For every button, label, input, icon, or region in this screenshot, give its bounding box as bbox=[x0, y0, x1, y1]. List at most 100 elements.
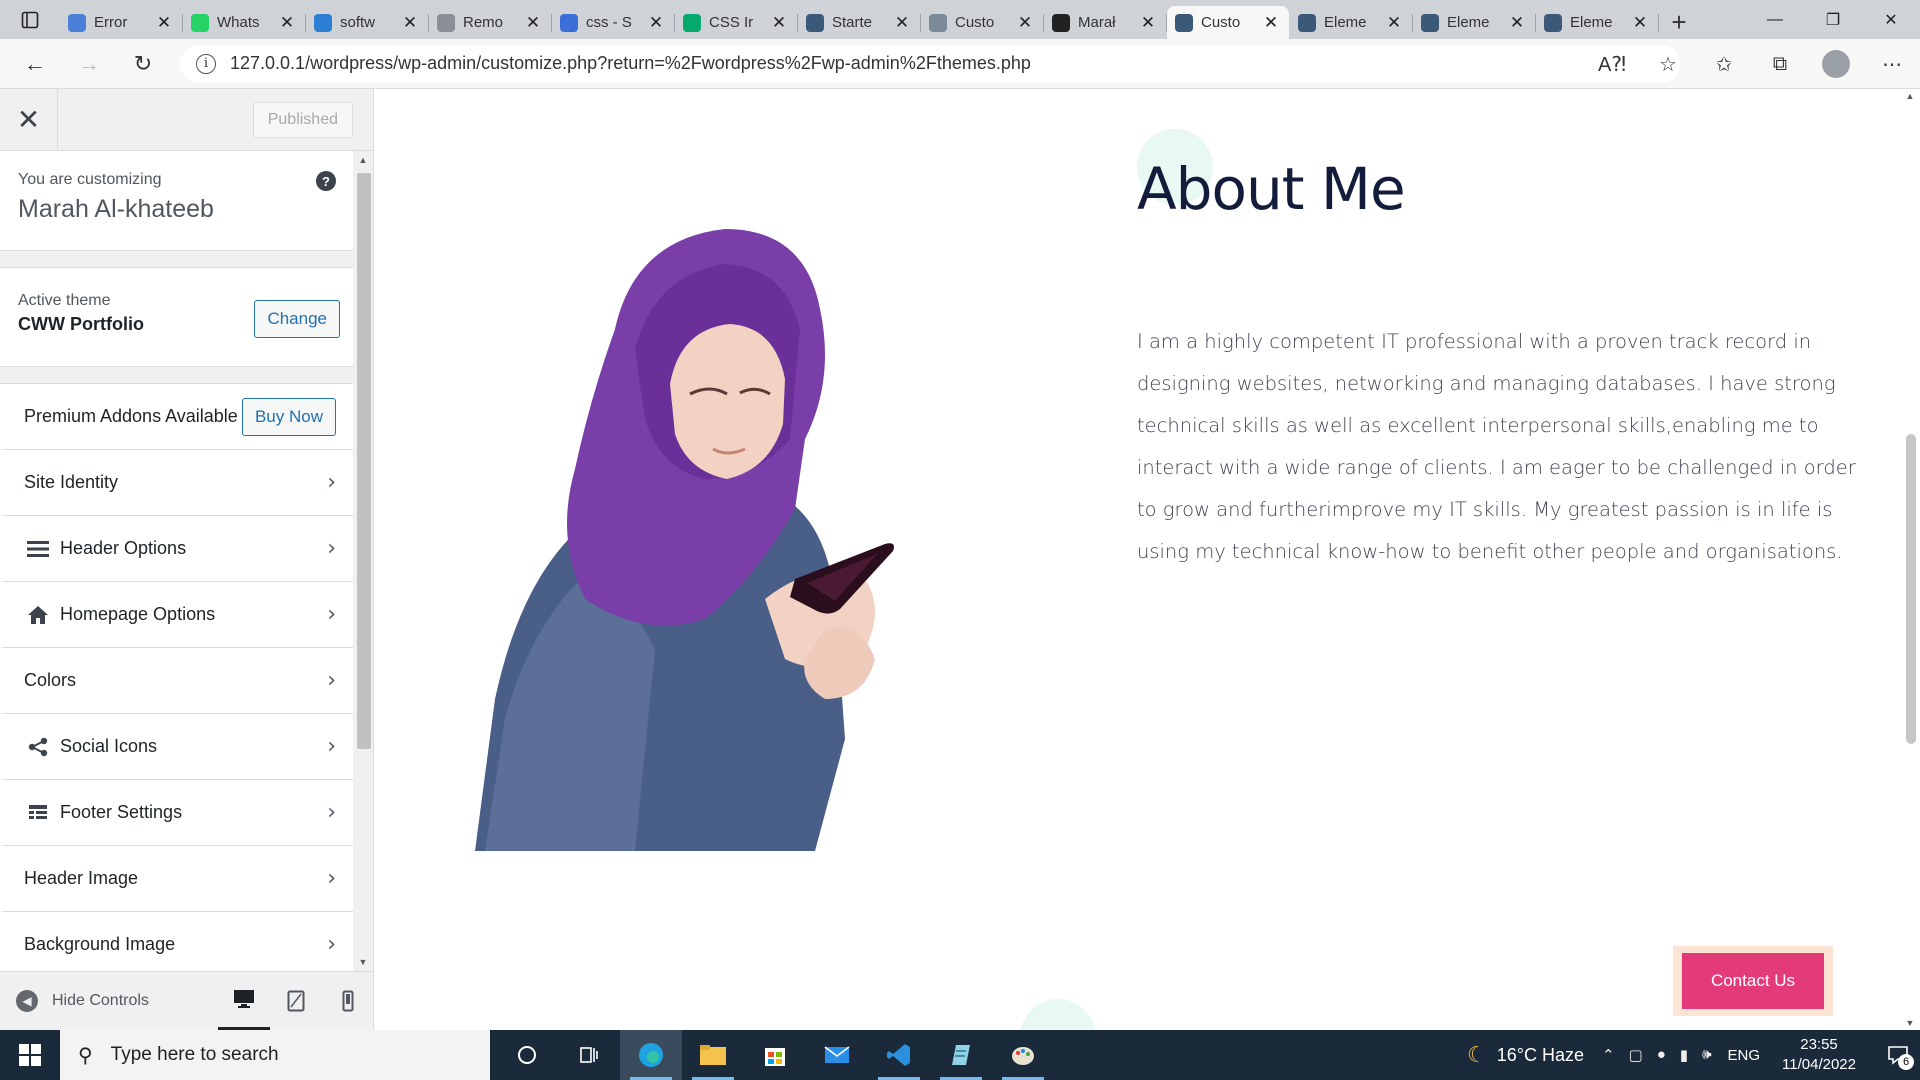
tab-title: softw bbox=[340, 14, 376, 31]
preview-scroll-up-icon[interactable]: ▲ bbox=[1904, 91, 1916, 101]
language-indicator[interactable]: ENG bbox=[1728, 1047, 1761, 1064]
section-footer-settings[interactable]: Footer Settings › bbox=[0, 780, 354, 846]
volume-icon[interactable]: 🕪 bbox=[1702, 1046, 1711, 1064]
contact-us-button[interactable]: Contact Us bbox=[1682, 953, 1824, 1009]
tab-actions-button[interactable] bbox=[0, 0, 60, 39]
network-icon[interactable]: ● bbox=[1657, 1046, 1666, 1064]
site-info-icon[interactable]: i bbox=[196, 53, 216, 74]
hide-controls-button[interactable]: Hide Controls bbox=[52, 992, 149, 1010]
microsoft-store-icon[interactable] bbox=[744, 1030, 806, 1080]
mobile-preview-icon[interactable] bbox=[322, 972, 373, 1031]
home-icon bbox=[24, 605, 52, 625]
section-background-image[interactable]: Background Image › bbox=[0, 912, 354, 978]
section-header-image[interactable]: Header Image › bbox=[0, 846, 354, 912]
close-customizer-button[interactable]: ✕ bbox=[0, 89, 58, 151]
start-button[interactable] bbox=[0, 1030, 60, 1080]
browser-tab[interactable]: Eleme ✕ bbox=[1290, 6, 1413, 39]
section-site-identity[interactable]: Site Identity › bbox=[0, 450, 354, 516]
preview-scroll-thumb[interactable] bbox=[1906, 434, 1916, 744]
restore-button[interactable]: ❐ bbox=[1804, 0, 1862, 39]
desktop-preview-icon[interactable] bbox=[218, 972, 270, 1030]
browser-tab[interactable]: Starte ✕ bbox=[798, 6, 921, 39]
forward-button[interactable]: → bbox=[62, 44, 116, 84]
read-aloud-icon[interactable]: A⁈ bbox=[1584, 52, 1640, 77]
browser-tab[interactable]: Custo ✕ bbox=[1167, 6, 1289, 39]
add-favorite-icon[interactable]: ☆ bbox=[1640, 52, 1696, 77]
browser-tab[interactable]: Eleme ✕ bbox=[1536, 6, 1659, 39]
close-tab-icon[interactable]: ✕ bbox=[154, 13, 174, 33]
profile-avatar[interactable] bbox=[1822, 50, 1850, 78]
browser-tab[interactable]: css - S ✕ bbox=[552, 6, 675, 39]
tablet-preview-icon[interactable] bbox=[270, 972, 322, 1031]
close-tab-icon[interactable]: ✕ bbox=[1384, 13, 1404, 33]
scroll-up-arrow-icon[interactable]: ▲ bbox=[357, 155, 369, 165]
chevron-right-icon: › bbox=[327, 734, 336, 759]
premium-addons-label: Premium Addons Available bbox=[24, 406, 238, 426]
close-tab-icon[interactable]: ✕ bbox=[1630, 13, 1650, 33]
new-tab-button[interactable]: + bbox=[1659, 6, 1699, 39]
mail-icon[interactable] bbox=[806, 1030, 868, 1080]
show-hidden-icons-icon[interactable]: ⌃ bbox=[1602, 1046, 1615, 1064]
section-social-icons[interactable]: Social Icons › bbox=[0, 714, 354, 780]
close-tab-icon[interactable]: ✕ bbox=[1507, 13, 1527, 33]
paint-icon[interactable] bbox=[992, 1030, 1054, 1080]
browser-tab[interactable]: Error ✕ bbox=[60, 6, 183, 39]
file-explorer-icon[interactable] bbox=[682, 1030, 744, 1080]
edge-browser-icon[interactable] bbox=[620, 1030, 682, 1080]
more-menu-icon[interactable]: ⋯ bbox=[1864, 52, 1920, 77]
close-tab-icon[interactable]: ✕ bbox=[892, 13, 912, 33]
contact-button-wrapper: Contact Us bbox=[1673, 946, 1833, 1016]
browser-tab[interactable]: softw ✕ bbox=[306, 6, 429, 39]
meet-now-icon[interactable]: ▢ bbox=[1629, 1046, 1643, 1064]
browser-tab[interactable]: Eleme ✕ bbox=[1413, 6, 1536, 39]
browser-tab[interactable]: Marał ✕ bbox=[1044, 6, 1167, 39]
section-label: Background Image bbox=[24, 934, 176, 954]
section-label: Colors bbox=[24, 670, 77, 690]
close-tab-icon[interactable]: ✕ bbox=[769, 13, 789, 33]
favorites-icon[interactable]: ✩ bbox=[1696, 52, 1752, 77]
sidebar-scrollbar[interactable]: ▲ ▼ bbox=[353, 151, 373, 971]
browser-tab[interactable]: CSS Ir ✕ bbox=[675, 6, 798, 39]
collections-icon[interactable]: ⧉ bbox=[1752, 53, 1808, 76]
clock[interactable]: 23:55 11/04/2022 bbox=[1782, 1035, 1856, 1075]
section-header-options[interactable]: Header Options › bbox=[0, 516, 354, 582]
close-tab-icon[interactable]: ✕ bbox=[277, 13, 297, 33]
notepad-icon[interactable] bbox=[930, 1030, 992, 1080]
refresh-button[interactable]: ↻ bbox=[116, 44, 170, 84]
tab-title: CSS Ir bbox=[709, 14, 754, 31]
close-tab-icon[interactable]: ✕ bbox=[400, 13, 420, 33]
close-tab-icon[interactable]: ✕ bbox=[1261, 13, 1281, 33]
section-colors[interactable]: Colors › bbox=[0, 648, 354, 714]
notification-center-icon[interactable]: 6 bbox=[1876, 1030, 1920, 1080]
scroll-down-arrow-icon[interactable]: ▼ bbox=[357, 957, 369, 967]
chevron-right-icon: › bbox=[327, 536, 336, 561]
section-homepage-options[interactable]: Homepage Options › bbox=[0, 582, 354, 648]
task-view-icon[interactable] bbox=[558, 1030, 620, 1080]
help-icon[interactable]: ? bbox=[316, 171, 336, 191]
minimize-button[interactable]: — bbox=[1746, 0, 1804, 39]
cortana-icon[interactable] bbox=[496, 1030, 558, 1080]
address-bar: ← → ↻ i 127.0.0.1/wordpress/wp-admin/cus… bbox=[0, 39, 1920, 89]
weather-widget[interactable]: ☾ 16°C Haze bbox=[1467, 1042, 1584, 1068]
taskbar-search[interactable]: ⚲ Type here to search bbox=[60, 1030, 490, 1080]
back-button[interactable]: ← bbox=[8, 44, 62, 84]
close-tab-icon[interactable]: ✕ bbox=[523, 13, 543, 33]
vscode-icon[interactable] bbox=[868, 1030, 930, 1080]
preview-scrollbar[interactable]: ▲ ▼ bbox=[1900, 89, 1920, 1030]
browser-tab[interactable]: Custo ✕ bbox=[921, 6, 1044, 39]
close-tab-icon[interactable]: ✕ bbox=[1138, 13, 1158, 33]
url-input[interactable]: i 127.0.0.1/wordpress/wp-admin/customize… bbox=[180, 44, 1680, 83]
hide-controls-icon[interactable]: ◀ bbox=[16, 990, 38, 1012]
publish-button[interactable]: Published bbox=[252, 101, 353, 138]
change-theme-button[interactable]: Change bbox=[254, 300, 340, 338]
close-tab-icon[interactable]: ✕ bbox=[646, 13, 666, 33]
buy-now-button[interactable]: Buy Now bbox=[241, 397, 336, 436]
close-tab-icon[interactable]: ✕ bbox=[1015, 13, 1035, 33]
sidebar-scroll-thumb[interactable] bbox=[357, 173, 371, 749]
browser-tab[interactable]: Remo ✕ bbox=[429, 6, 552, 39]
close-window-button[interactable]: ✕ bbox=[1862, 0, 1920, 39]
preview-scroll-down-icon[interactable]: ▼ bbox=[1904, 1018, 1916, 1028]
browser-tab[interactable]: Whats ✕ bbox=[183, 6, 306, 39]
tab-title: Error bbox=[94, 14, 128, 31]
battery-icon[interactable]: ▮ bbox=[1680, 1046, 1688, 1064]
